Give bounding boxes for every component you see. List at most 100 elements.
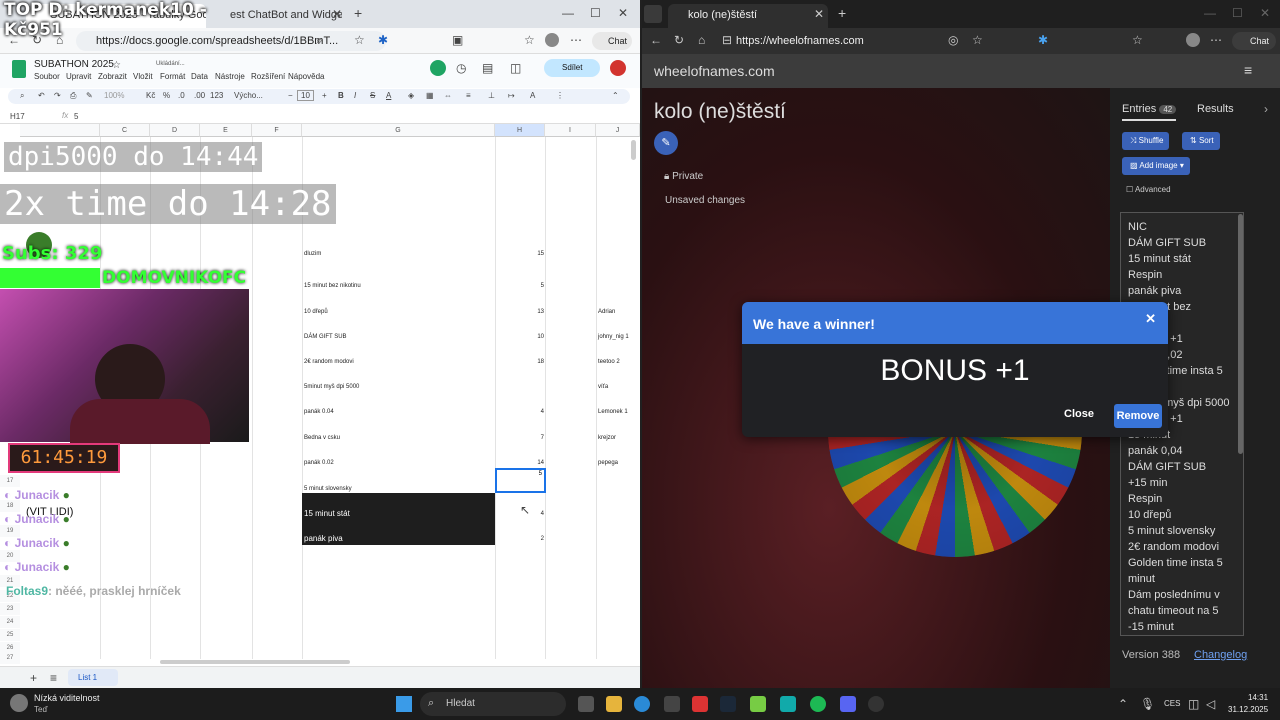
cell-value[interactable]: 5 bbox=[524, 283, 544, 289]
col-header-e[interactable]: E bbox=[200, 124, 252, 137]
cell-name[interactable]: pepega bbox=[598, 460, 618, 466]
favorites-icon[interactable]: ☆ bbox=[1132, 33, 1143, 47]
clock-date[interactable]: 31.12.2025 bbox=[1228, 705, 1268, 714]
url-field[interactable]: https://docs.google.com/spreadsheets/d/1… bbox=[76, 31, 386, 51]
menu-data[interactable]: Data bbox=[191, 72, 208, 81]
store-icon[interactable] bbox=[664, 696, 680, 712]
tab-results[interactable]: Results bbox=[1197, 103, 1234, 115]
close-dialog-icon[interactable]: ✕ bbox=[1145, 311, 1156, 327]
close-tab-icon[interactable]: ✕ bbox=[332, 7, 342, 21]
search-menus-icon[interactable]: ⌕ bbox=[20, 91, 24, 101]
shuffle-button[interactable]: ⤨ Shuffle bbox=[1122, 132, 1170, 150]
menu-view[interactable]: Zobrazit bbox=[98, 72, 127, 81]
menu-tools[interactable]: Nástroje bbox=[215, 72, 245, 81]
rotate-icon[interactable]: A bbox=[530, 91, 535, 100]
font-size-decrease-icon[interactable]: − bbox=[288, 91, 293, 100]
changelog-link[interactable]: Changelog bbox=[1194, 649, 1247, 661]
meet-icon[interactable] bbox=[430, 60, 446, 76]
cell-value[interactable]: 2 bbox=[524, 536, 544, 542]
fill-color-icon[interactable]: ◈ bbox=[408, 91, 414, 100]
font-select[interactable]: Výcho... bbox=[234, 91, 263, 100]
menu-help[interactable]: Nápověda bbox=[288, 72, 324, 81]
cell-label[interactable]: 5 minut slovensky bbox=[304, 486, 352, 492]
start-icon[interactable] bbox=[396, 696, 412, 712]
horizontal-scrollbar[interactable] bbox=[160, 660, 350, 664]
hamburger-menu-icon[interactable]: ≡ bbox=[1244, 63, 1252, 77]
window-close-icon[interactable]: ✕ bbox=[1260, 6, 1270, 20]
cell-label[interactable]: panák piva bbox=[304, 534, 343, 543]
app-red-icon[interactable] bbox=[692, 696, 708, 712]
url-field[interactable]: https://wheelofnames.com bbox=[694, 31, 1014, 51]
sort-button[interactable]: ⇅ Sort bbox=[1182, 132, 1220, 150]
search-icon[interactable]: ⌕ bbox=[316, 33, 323, 47]
weather-text[interactable]: Nízká viditelnost bbox=[34, 693, 100, 703]
maximize-icon[interactable]: ☐ bbox=[1232, 6, 1243, 20]
wheel-title[interactable]: kolo (ne)štěstí bbox=[654, 100, 786, 124]
bold-icon[interactable]: B bbox=[338, 91, 344, 100]
cell-label[interactable]: 2€ random modovi bbox=[304, 359, 354, 365]
menu-extensions[interactable]: Rozšíření bbox=[251, 72, 285, 81]
cell-label[interactable]: dluzim bbox=[304, 251, 321, 257]
video-call-icon[interactable]: ◫ bbox=[510, 61, 521, 75]
add-sheet-icon[interactable]: + bbox=[30, 671, 37, 685]
extension-icon[interactable]: ✱ bbox=[1038, 33, 1048, 47]
cell-value[interactable]: 14 bbox=[524, 460, 544, 466]
row-header[interactable]: 25 bbox=[0, 629, 20, 641]
formula-input[interactable]: 5 bbox=[74, 112, 78, 121]
row-header[interactable]: 24 bbox=[0, 616, 20, 628]
microphone-icon[interactable]: 🎙︎ bbox=[1140, 697, 1155, 711]
name-box[interactable]: H17 bbox=[10, 112, 25, 121]
cell-value[interactable]: 10 bbox=[524, 334, 544, 340]
menu-edit[interactable]: Upravit bbox=[66, 72, 91, 81]
history-icon[interactable]: ◷ bbox=[456, 61, 466, 75]
copilot-chat-button[interactable]: Chat bbox=[592, 32, 632, 50]
new-tab-icon[interactable]: + bbox=[354, 6, 362, 20]
task-view-icon[interactable] bbox=[578, 696, 594, 712]
star-icon[interactable]: ☆ bbox=[112, 59, 121, 73]
cell-name[interactable]: Adrian bbox=[598, 309, 615, 315]
col-header-f[interactable]: F bbox=[252, 124, 302, 137]
extension-icon[interactable]: ✱ bbox=[378, 33, 388, 47]
favorite-star-icon[interactable]: ☆ bbox=[972, 33, 983, 47]
cell-name[interactable]: krejzor bbox=[598, 435, 616, 441]
cell-name[interactable]: teetoo 2 bbox=[598, 359, 620, 365]
document-title[interactable]: SUBATHON 2025 bbox=[34, 59, 114, 70]
spotify-icon[interactable] bbox=[810, 696, 826, 712]
menu-file[interactable]: Soubor bbox=[34, 72, 60, 81]
edit-title-icon[interactable]: ✎ bbox=[654, 131, 678, 155]
cell-label[interactable]: panák 0.02 bbox=[304, 460, 334, 466]
increase-decimal[interactable]: .00 bbox=[194, 91, 205, 100]
steam-icon[interactable] bbox=[720, 696, 736, 712]
col-header-j[interactable]: J bbox=[596, 124, 640, 137]
window-close-icon[interactable]: ✕ bbox=[618, 6, 628, 20]
app-teal-icon[interactable] bbox=[780, 696, 796, 712]
share-button[interactable]: Sdílet bbox=[544, 59, 600, 77]
cell-label[interactable]: panák 0.04 bbox=[304, 409, 334, 415]
align-icon[interactable]: ≡ bbox=[466, 91, 471, 100]
menu-format[interactable]: Formát bbox=[160, 72, 185, 81]
cell-label[interactable]: 5minut myš dpi 5000 bbox=[304, 384, 359, 390]
merge-icon[interactable]: ⇔ bbox=[444, 91, 452, 100]
strikethrough-icon[interactable]: S bbox=[370, 91, 375, 100]
number-format[interactable]: 123 bbox=[210, 91, 223, 100]
row-header[interactable]: 23 bbox=[0, 603, 20, 615]
taskbar-search[interactable]: ⌕ Hledat bbox=[420, 692, 566, 716]
account-avatar[interactable] bbox=[610, 60, 626, 76]
remove-button[interactable]: Remove bbox=[1114, 404, 1162, 428]
selected-cell[interactable]: 5 bbox=[495, 468, 546, 493]
vertical-scrollbar[interactable] bbox=[631, 140, 636, 160]
col-header-c[interactable]: C bbox=[100, 124, 150, 137]
cell-value[interactable]: 18 bbox=[524, 359, 544, 365]
add-image-button[interactable]: ▨ Add image ▾ bbox=[1122, 157, 1190, 175]
close-tab-icon[interactable]: ✕ bbox=[814, 7, 824, 21]
font-size-increase-icon[interactable]: + bbox=[322, 91, 327, 100]
more-icon[interactable]: ⋯ bbox=[1210, 33, 1222, 47]
cell-label[interactable]: 15 minut stát bbox=[304, 509, 350, 518]
cell-value[interactable]: 4 bbox=[524, 409, 544, 415]
percent-format[interactable]: % bbox=[163, 91, 170, 100]
cell-value[interactable]: 7 bbox=[524, 435, 544, 441]
app-g-icon[interactable] bbox=[868, 696, 884, 712]
font-size-field[interactable]: 10 bbox=[297, 90, 314, 101]
cell-label[interactable]: Bedna v csku bbox=[304, 435, 340, 441]
network-icon[interactable]: ◫ bbox=[1188, 697, 1199, 711]
